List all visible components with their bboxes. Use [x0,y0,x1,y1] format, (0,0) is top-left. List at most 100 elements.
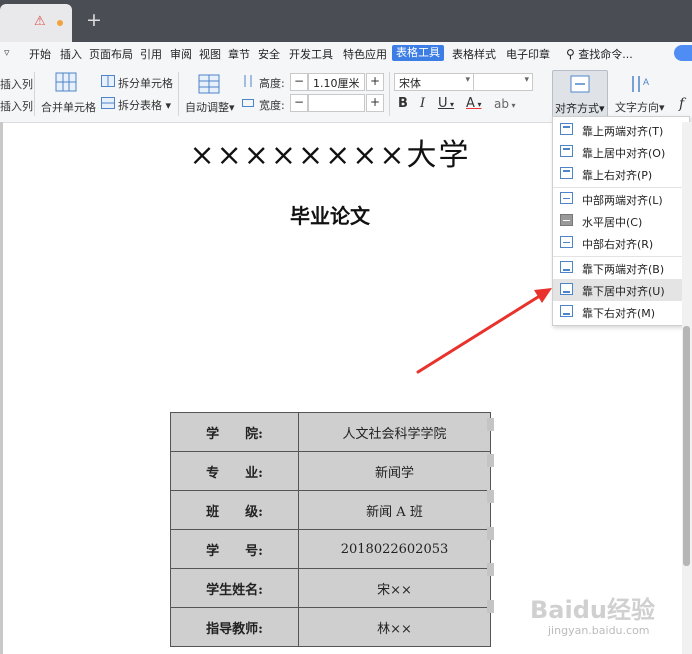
table-cell-value[interactable]: 人文社会科学学院 [298,412,491,452]
row-resize-handle[interactable] [487,563,494,576]
scrollbar-thumb[interactable] [683,326,690,566]
align-middle-center[interactable]: 水平居中(C) [553,210,689,232]
align-middle-justify[interactable]: 中部两端对齐(L) [553,188,689,210]
row-resize-handle[interactable] [487,600,494,613]
text-direction-button[interactable]: 文字方向▾ [615,99,665,115]
align-icon [570,75,590,93]
table-cell-key[interactable]: 班 级: [170,490,299,530]
new-tab-plus-icon[interactable]: + [86,9,102,31]
table-row: 班 级: 新闻 A 班 [170,490,491,530]
table-row: 学 院: 人文社会科学学院 [170,412,491,452]
menu-e-seal[interactable]: 电子印章 [506,46,550,62]
table-cell-key[interactable]: 学 号: [170,529,299,569]
width-decrease-button[interactable]: − [290,94,308,112]
height-decrease-button[interactable]: − [290,73,308,91]
menu-developer[interactable]: 开发工具 [289,46,333,62]
font-size-select[interactable]: ▾ [473,73,533,91]
menu-table-style[interactable]: 表格样式 [452,46,496,62]
align-bottom-right[interactable]: 靠下右对齐(M) [553,301,689,323]
align-bottom-center-icon [560,283,573,295]
search-icon: ⚲ [566,47,575,61]
text-direction-icon[interactable]: A [630,74,652,94]
search-command[interactable]: ⚲ 查找命令... [566,46,633,62]
align-top-center-icon [560,145,573,157]
table-cell-value[interactable]: 2018022602053 [298,529,491,569]
underline-button[interactable]: U ▾ [438,96,454,111]
table-cell-key[interactable]: 学 院: [170,412,299,452]
ribbon-divider [389,72,390,116]
auto-adjust-icon[interactable] [198,74,220,94]
table-row: 学生姓名: 宋×× [170,568,491,608]
char-shading-button[interactable]: ab ▾ [494,97,516,111]
cloud-sync-icon[interactable] [674,45,692,61]
formula-icon[interactable]: f [679,96,684,112]
menu-special[interactable]: 特色应用 [343,46,387,62]
document-title: ××××××××大学 [189,138,471,173]
align-middle-center-icon [560,214,573,226]
align-top-right[interactable]: 靠上右对齐(P) [553,163,689,185]
table-cell-key[interactable]: 指导教师: [170,607,299,647]
align-bottom-center[interactable]: 靠下居中对齐(U) [553,279,689,301]
menu-insert[interactable]: 插入 [60,46,82,62]
split-table-icon [101,97,115,109]
menu-page-layout[interactable]: 页面布局 [89,46,133,62]
font-color-button[interactable]: A ▾ [466,96,481,111]
height-increase-button[interactable]: + [366,73,384,91]
table-cell-value[interactable]: 林×× [298,607,491,647]
align-middle-right[interactable]: 中部右对齐(R) [553,232,689,254]
align-button[interactable]: 对齐方式▾ [552,70,608,119]
menu-review[interactable]: 审阅 [170,46,192,62]
align-bottom-right-icon [560,305,573,317]
menu-references[interactable]: 引用 [140,46,162,62]
chevron-down-icon: ▾ [465,75,470,85]
height-input[interactable]: 1.10厘米 [308,73,365,91]
auto-adjust-button[interactable]: 自动调整▾ [185,99,235,115]
warning-icon: ⚠ [34,14,46,29]
row-resize-handle[interactable] [487,490,494,503]
split-table-button[interactable]: 拆分表格 ▾ [118,97,171,113]
row-height-icon [244,75,252,87]
svg-text:A: A [643,77,649,87]
menu-home[interactable]: 开始 [29,46,51,62]
table-cell-value[interactable]: 新闻学 [298,451,491,491]
chevron-down-icon: ▾ [524,75,529,85]
table-row: 专 业: 新闻学 [170,451,491,491]
align-bottom-justify[interactable]: 靠下两端对齐(B) [553,257,689,279]
menu-view[interactable]: 视图 [199,46,221,62]
menu-chapter[interactable]: 章节 [228,46,250,62]
table-cell-key[interactable]: 专 业: [170,451,299,491]
row-resize-handle[interactable] [487,418,494,431]
bold-button[interactable]: B [398,96,408,111]
menu-bar: ▿ 开始 插入 页面布局 引用 审阅 视图 章节 安全 开发工具 特色应用 表格… [0,42,692,66]
document-subtitle: 毕业论文 [290,204,370,228]
split-cells-button[interactable]: 拆分单元格 [118,75,173,91]
table-row: 指导教师: 林×× [170,607,491,647]
table-cell-value[interactable]: 新闻 A 班 [298,490,491,530]
quick-access-chevron-icon[interactable]: ▿ [4,46,10,59]
merge-cells-button[interactable]: 合并单元格 [41,99,96,115]
row-resize-handle[interactable] [487,454,494,467]
merge-cells-icon[interactable] [55,72,77,92]
italic-button[interactable]: I [420,96,425,111]
document-tab[interactable]: ⚠ [0,4,72,42]
table-cell-value[interactable]: 宋×× [298,568,491,608]
table-cell-key[interactable]: 学生姓名: [170,568,299,608]
watermark-logo: Baidu经验 [530,596,655,624]
ribbon-divider [34,72,35,116]
table-row: 学 号: 2018022602053 [170,529,491,569]
row-resize-handle[interactable] [487,527,494,540]
insert-column-left-button[interactable]: 插入列 [0,76,33,92]
menu-security[interactable]: 安全 [258,46,280,62]
width-increase-button[interactable]: + [366,94,384,112]
font-name-select[interactable]: 宋体 ▾ [394,73,474,91]
align-top-center[interactable]: 靠上居中对齐(O) [553,141,689,163]
insert-column-right-button[interactable]: 插入列 [0,98,33,114]
menu-table-tools[interactable]: 表格工具 [392,45,444,61]
align-top-justify-icon [560,123,573,135]
info-table[interactable]: 学 院: 人文社会科学学院 专 业: 新闻学 班 级: 新闻 A 班 学 号: … [170,412,491,647]
align-top-justify[interactable]: 靠上两端对齐(T) [553,119,689,141]
unsaved-dot-icon [57,20,63,26]
width-label: 宽度: [259,99,285,112]
width-input[interactable] [308,94,365,112]
height-label: 高度: [259,77,285,90]
